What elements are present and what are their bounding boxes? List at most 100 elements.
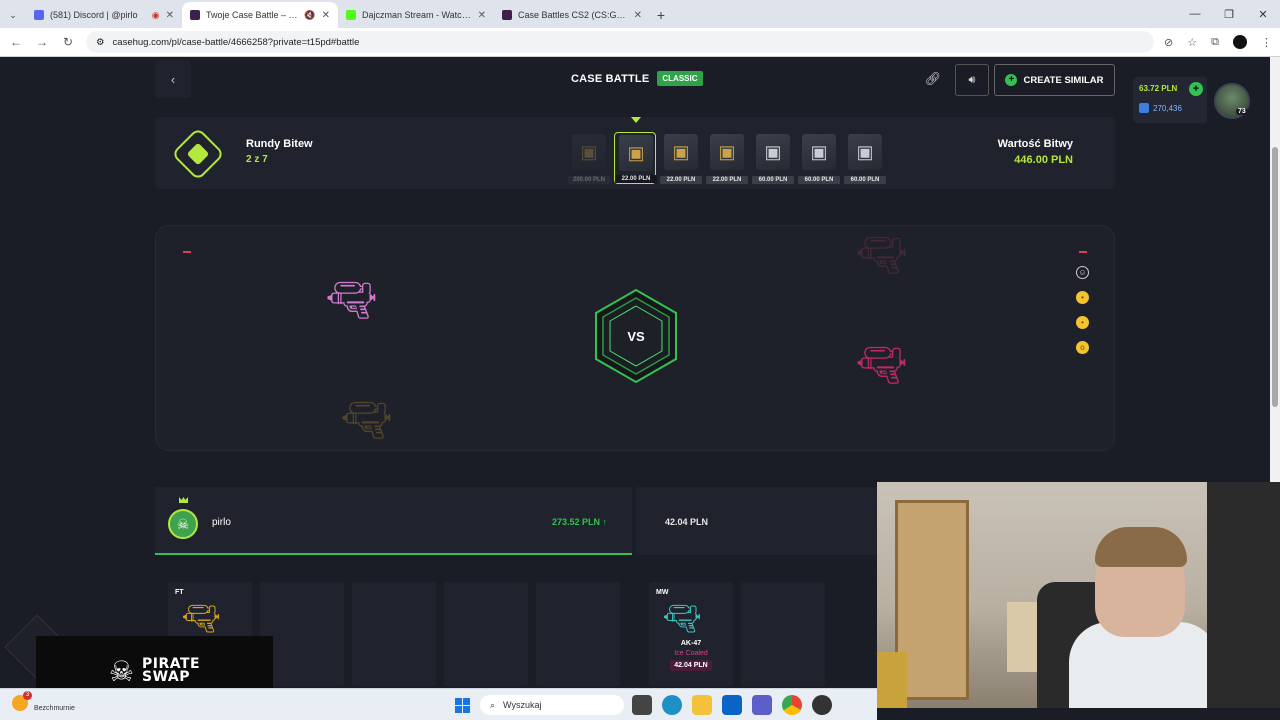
player-total-value: 273.52 PLN xyxy=(552,517,601,527)
right-slot-marker xyxy=(1079,251,1087,253)
tab-title: Dajczman Stream - Watch Live xyxy=(362,10,472,20)
drops-grid: FT 🔫︎ MW 🔫︎ AK-47 Ice Coaled 42.04 PLN xyxy=(168,582,878,688)
explorer-icon[interactable] xyxy=(692,695,712,715)
casehug-favicon-icon xyxy=(190,10,200,20)
close-tab-icon[interactable]: ✕ xyxy=(166,10,174,21)
mute-icon[interactable]: 🔇 xyxy=(304,10,315,21)
casehug-favicon-icon xyxy=(502,10,512,20)
case-thumb[interactable]: ▣ 22.00 PLN xyxy=(706,132,748,184)
tab-search-button[interactable]: ⌄ xyxy=(0,2,26,28)
empty-drop-slot xyxy=(741,582,825,686)
url-field[interactable]: ⚙ casehug.com/pl/case-battle/4666258?pri… xyxy=(86,31,1155,53)
minimize-icon[interactable]: — xyxy=(1178,0,1212,28)
tab-2[interactable]: Dajczman Stream - Watch Live ✕ xyxy=(338,2,494,28)
case-image-icon: ▣ xyxy=(664,134,698,170)
close-tab-icon[interactable]: ✕ xyxy=(322,10,330,21)
extensions-icon[interactable]: ⧉ xyxy=(1211,36,1219,49)
windows-start-icon[interactable] xyxy=(455,698,470,713)
copy-link-button[interactable]: 🔗︎ xyxy=(917,64,949,94)
weather-text: Bezchmurnie xyxy=(34,705,75,712)
site-settings-icon[interactable]: ⚙ xyxy=(96,37,105,48)
tab-title: Case Battles CS2 (CS:GO) – Wyg xyxy=(518,10,628,20)
pirate-logo-icon: ☠ xyxy=(108,655,134,687)
forward-arrow-icon[interactable]: → xyxy=(34,35,50,49)
case-image-icon: ▣ xyxy=(848,134,882,170)
teams-icon[interactable] xyxy=(752,695,772,715)
case-thumb[interactable]: ▣ 60.00 PLN xyxy=(752,132,794,184)
restore-icon[interactable]: ❐ xyxy=(1212,0,1246,28)
smg-weapon-icon: 🔫︎ xyxy=(326,279,377,323)
scrollbar-thumb[interactable] xyxy=(1272,147,1278,407)
battle-arena: 🔫︎ 🔫︎ 🔫︎ 🔫︎ VS ☺ • • o xyxy=(155,225,1115,451)
close-tab-icon[interactable]: ✕ xyxy=(478,10,486,21)
emote-sad-icon[interactable]: • xyxy=(1076,291,1089,304)
close-tab-icon[interactable]: ✕ xyxy=(634,10,642,21)
wallet-panel: 63.72 PLN + 270,436 xyxy=(1133,77,1207,123)
ak47-icon: 🔫︎ xyxy=(663,603,702,636)
case-price: 200.00 PLN xyxy=(568,176,610,184)
bookmark-star-icon[interactable]: ☆ xyxy=(1187,36,1197,49)
opponent-total: 42.04 PLN xyxy=(665,517,709,527)
balance-amount: 63.72 PLN xyxy=(1139,84,1178,93)
left-slot-marker xyxy=(183,251,191,253)
close-window-icon[interactable]: ✕ xyxy=(1246,0,1280,28)
reload-icon[interactable]: ↻ xyxy=(60,35,76,49)
drop-weapon-name: AK-47 xyxy=(680,640,702,647)
outlook-icon[interactable] xyxy=(722,695,742,715)
player-avatar: ☠ xyxy=(168,509,198,539)
emote-sad-icon[interactable]: • xyxy=(1076,316,1089,329)
url-text: casehug.com/pl/case-battle/4666258?priva… xyxy=(112,36,360,48)
back-button[interactable]: ‹ xyxy=(155,60,191,98)
profile-avatar[interactable] xyxy=(1233,35,1247,49)
coins-amount: 270,436 xyxy=(1153,103,1182,113)
create-similar-button[interactable]: + CREATE SIMILAR xyxy=(994,64,1115,96)
case-price: 60.00 PLN xyxy=(798,176,840,184)
new-tab-button[interactable]: + xyxy=(650,2,672,28)
drop-condition: MW xyxy=(656,589,669,596)
case-thumb[interactable]: ▣ 22.00 PLN xyxy=(660,132,702,184)
tab-3[interactable]: Case Battles CS2 (CS:GO) – Wyg ✕ xyxy=(494,2,650,28)
tab-title: Twoje Case Battle – Wygryw xyxy=(206,10,298,20)
emote-shock-icon[interactable]: o xyxy=(1076,341,1089,354)
link-icon: 🔗︎ xyxy=(924,71,942,86)
drop-card[interactable]: MW 🔫︎ AK-47 Ice Coaled 42.04 PLN xyxy=(649,582,733,686)
player-name: pirlo xyxy=(212,517,231,528)
webcam-mic-rig xyxy=(1207,482,1280,708)
case-thumb[interactable]: ▣ 22.00 PLN xyxy=(614,132,657,184)
taskbar-search[interactable]: ⌕ Wyszukaj xyxy=(480,695,624,715)
sound-toggle-button[interactable]: 🔊︎ xyxy=(955,64,989,96)
case-thumb[interactable]: ▣ 200.00 PLN xyxy=(568,132,610,184)
weather-widget[interactable]: Bezchmurnie xyxy=(12,690,75,712)
empty-drop-slot xyxy=(536,582,620,686)
chrome-icon[interactable] xyxy=(782,695,802,715)
back-arrow-icon[interactable]: ← xyxy=(8,35,24,49)
rounds-label: Rundy Bitew xyxy=(246,138,313,150)
crown-icon xyxy=(179,497,188,503)
eye-off-icon[interactable]: ⊘ xyxy=(1164,36,1173,49)
page-title: CASE BATTLE xyxy=(571,72,650,85)
case-image-icon: ▣ xyxy=(572,134,606,170)
create-similar-label: CREATE SIMILAR xyxy=(1023,74,1104,86)
case-thumb[interactable]: ▣ 60.00 PLN xyxy=(798,132,840,184)
case-thumb[interactable]: ▣ 60.00 PLN xyxy=(844,132,886,184)
vs-hexagon: VS xyxy=(595,288,677,384)
rounds-panel: Rundy Bitew 2 z 7 ▣ 200.00 PLN ▣ 22.00 PLN ▣… xyxy=(155,117,1115,189)
emote-picker-icon[interactable]: ☺ xyxy=(1076,266,1089,279)
app-icon[interactable] xyxy=(812,695,832,715)
drop-price: 42.04 PLN xyxy=(670,660,712,671)
task-view-icon[interactable] xyxy=(632,695,652,715)
plus-icon: + xyxy=(1005,74,1018,86)
tab-1[interactable]: Twoje Case Battle – Wygryw 🔇 ✕ xyxy=(182,2,338,28)
empty-drop-slot xyxy=(444,582,528,686)
menu-dots-icon[interactable]: ⋮ xyxy=(1261,36,1272,49)
empty-drop-slot xyxy=(352,582,436,686)
mode-badge: CLASSIC xyxy=(657,71,703,86)
user-level-badge: 73 xyxy=(1236,108,1248,115)
arrow-up-icon: ↑ xyxy=(602,517,608,527)
search-icon: ⌕ xyxy=(490,699,496,710)
case-price: 22.00 PLN xyxy=(706,176,748,184)
add-funds-button[interactable]: + xyxy=(1189,82,1203,96)
player-total: 273.52 PLN ↑ xyxy=(552,517,607,527)
tab-0[interactable]: (581) Discord | @pirlo ◉ ✕ xyxy=(26,2,182,28)
edge-icon[interactable] xyxy=(662,695,682,715)
